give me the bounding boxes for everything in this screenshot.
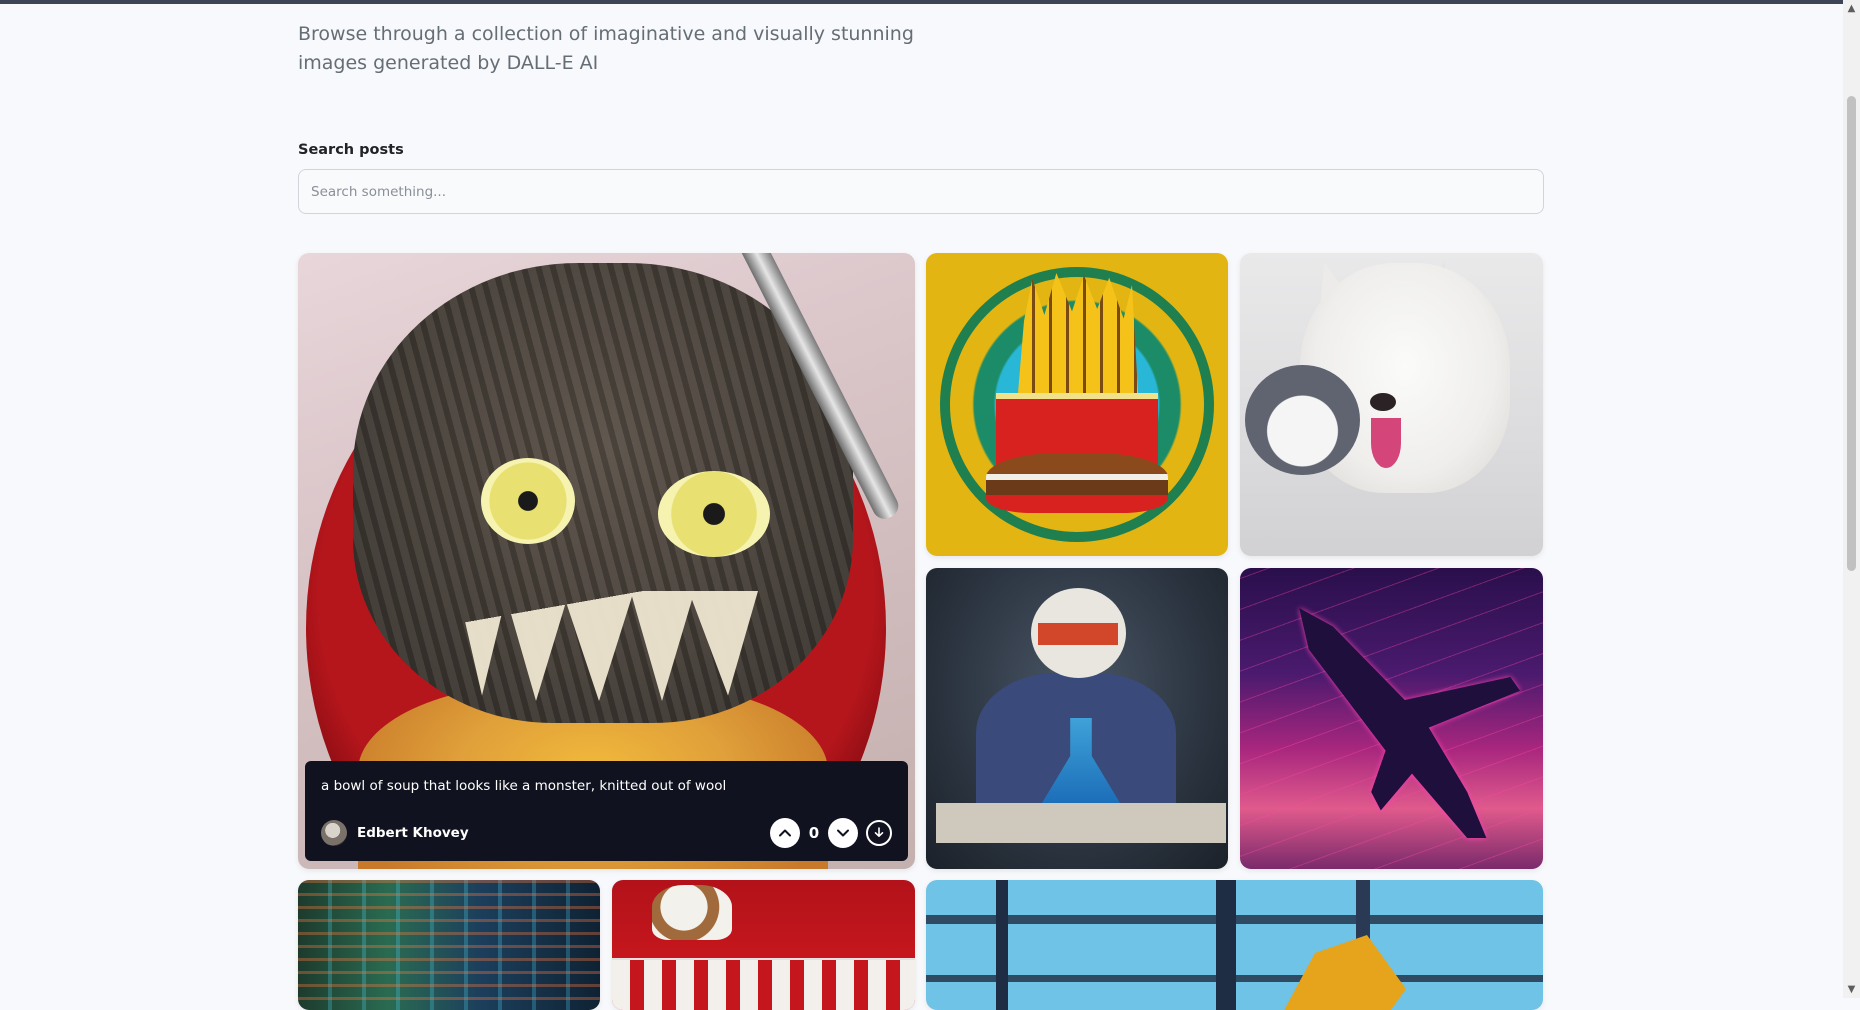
download-icon bbox=[874, 827, 884, 837]
post-card-soup-monster[interactable]: a bowl of soup that looks like a monster… bbox=[298, 253, 915, 869]
post-card-stained-glass-fries[interactable] bbox=[926, 253, 1228, 556]
vote-count: 0 bbox=[808, 824, 820, 842]
scroll-up-arrow-icon[interactable]: ▲ bbox=[1843, 0, 1860, 17]
scroll-thumb[interactable] bbox=[1847, 96, 1856, 571]
chevron-up-icon bbox=[779, 829, 791, 837]
post-card-neon-city[interactable] bbox=[298, 880, 600, 1010]
post-card-abstract-structure[interactable] bbox=[926, 880, 1543, 1010]
downvote-button[interactable] bbox=[828, 818, 858, 848]
chevron-down-icon bbox=[837, 829, 849, 837]
avatar bbox=[321, 820, 347, 846]
page-subtitle: Browse through a collection of imaginati… bbox=[298, 23, 914, 74]
card-image bbox=[298, 880, 600, 1010]
post-card-panda-scientist[interactable] bbox=[926, 568, 1228, 869]
upvote-button[interactable] bbox=[770, 818, 800, 848]
card-image bbox=[926, 880, 1543, 1010]
post-card-dog-and-cat[interactable] bbox=[1240, 253, 1543, 556]
page-scrollbar[interactable]: ▲ ▼ bbox=[1843, 0, 1860, 998]
post-meta: Edbert Khovey 0 bbox=[321, 818, 892, 848]
top-border bbox=[0, 0, 1860, 4]
search-label: Search posts bbox=[298, 142, 404, 158]
card-image bbox=[652, 885, 732, 940]
vote-controls: 0 bbox=[770, 818, 892, 848]
scroll-down-arrow-icon[interactable]: ▼ bbox=[1843, 981, 1860, 998]
search-input[interactable] bbox=[298, 169, 1544, 214]
post-overlay: a bowl of soup that looks like a monster… bbox=[305, 761, 908, 861]
download-button[interactable] bbox=[866, 820, 892, 846]
post-card-circus-cat[interactable] bbox=[612, 880, 915, 1010]
author-name: Edbert Khovey bbox=[357, 825, 469, 841]
post-prompt: a bowl of soup that looks like a monster… bbox=[321, 778, 727, 794]
post-card-synthwave-jet[interactable] bbox=[1240, 568, 1543, 869]
post-author: Edbert Khovey bbox=[321, 820, 469, 846]
